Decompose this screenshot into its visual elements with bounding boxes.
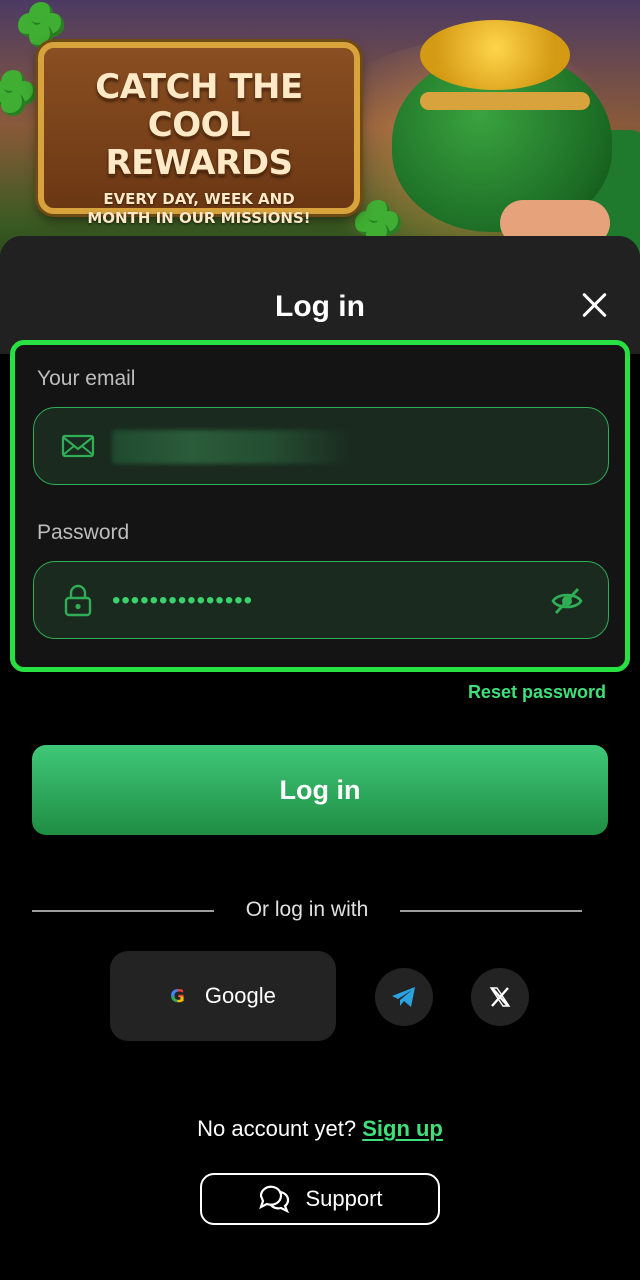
google-icon: G — [170, 985, 185, 1007]
telegram-icon — [392, 987, 415, 1007]
reset-password-link[interactable]: Reset password — [468, 682, 606, 703]
promo-headline-1: CATCH THE COOL — [95, 67, 303, 145]
support-label: Support — [305, 1186, 383, 1211]
password-field[interactable]: ••••••••••••••• — [33, 561, 609, 639]
support-button[interactable]: Support — [200, 1173, 440, 1225]
clover-decoration — [0, 70, 36, 116]
signup-link[interactable]: Sign up — [362, 1116, 443, 1141]
login-button[interactable]: Log in — [32, 745, 608, 835]
email-label: Your email — [37, 367, 136, 390]
google-login-button[interactable]: G Google — [110, 951, 336, 1041]
sheet-header: Log in — [0, 236, 640, 354]
social-login-caption: Or log in with — [245, 898, 369, 921]
promo-headline-2: REWARDS — [105, 143, 293, 183]
no-account-text: No account yet? — [197, 1116, 357, 1141]
login-sheet: Log in Your email Password •••••••••••••… — [0, 236, 640, 1280]
modal-title: Log in — [275, 290, 365, 323]
email-field[interactable] — [33, 407, 609, 485]
chat-bubbles-icon — [259, 1185, 290, 1214]
x-icon — [489, 987, 511, 1007]
credentials-box: Your email Password ••••••••••••••• — [10, 340, 630, 672]
signup-prompt: No account yet? Sign up — [0, 1116, 640, 1142]
gold-coins-image — [420, 20, 570, 90]
mail-icon — [61, 434, 95, 458]
bag-rope — [420, 92, 590, 110]
email-value — [112, 430, 352, 464]
promo-subline-2: MONTH IN OUR MISSIONS! — [87, 209, 311, 227]
google-label: Google — [204, 983, 276, 1008]
eye-off-icon[interactable] — [550, 584, 584, 618]
close-icon[interactable] — [580, 290, 610, 320]
x-login-button[interactable] — [471, 968, 529, 1026]
password-label: Password — [37, 521, 130, 544]
promo-sign: CATCH THE COOL REWARDS EVERY DAY, WEEK A… — [38, 42, 360, 227]
email-value-blurred — [112, 430, 352, 464]
lock-icon — [64, 584, 92, 617]
password-value: ••••••••••••••• — [112, 587, 254, 614]
promo-subline-1: EVERY DAY, WEEK AND — [103, 190, 295, 208]
telegram-login-button[interactable] — [375, 968, 433, 1026]
